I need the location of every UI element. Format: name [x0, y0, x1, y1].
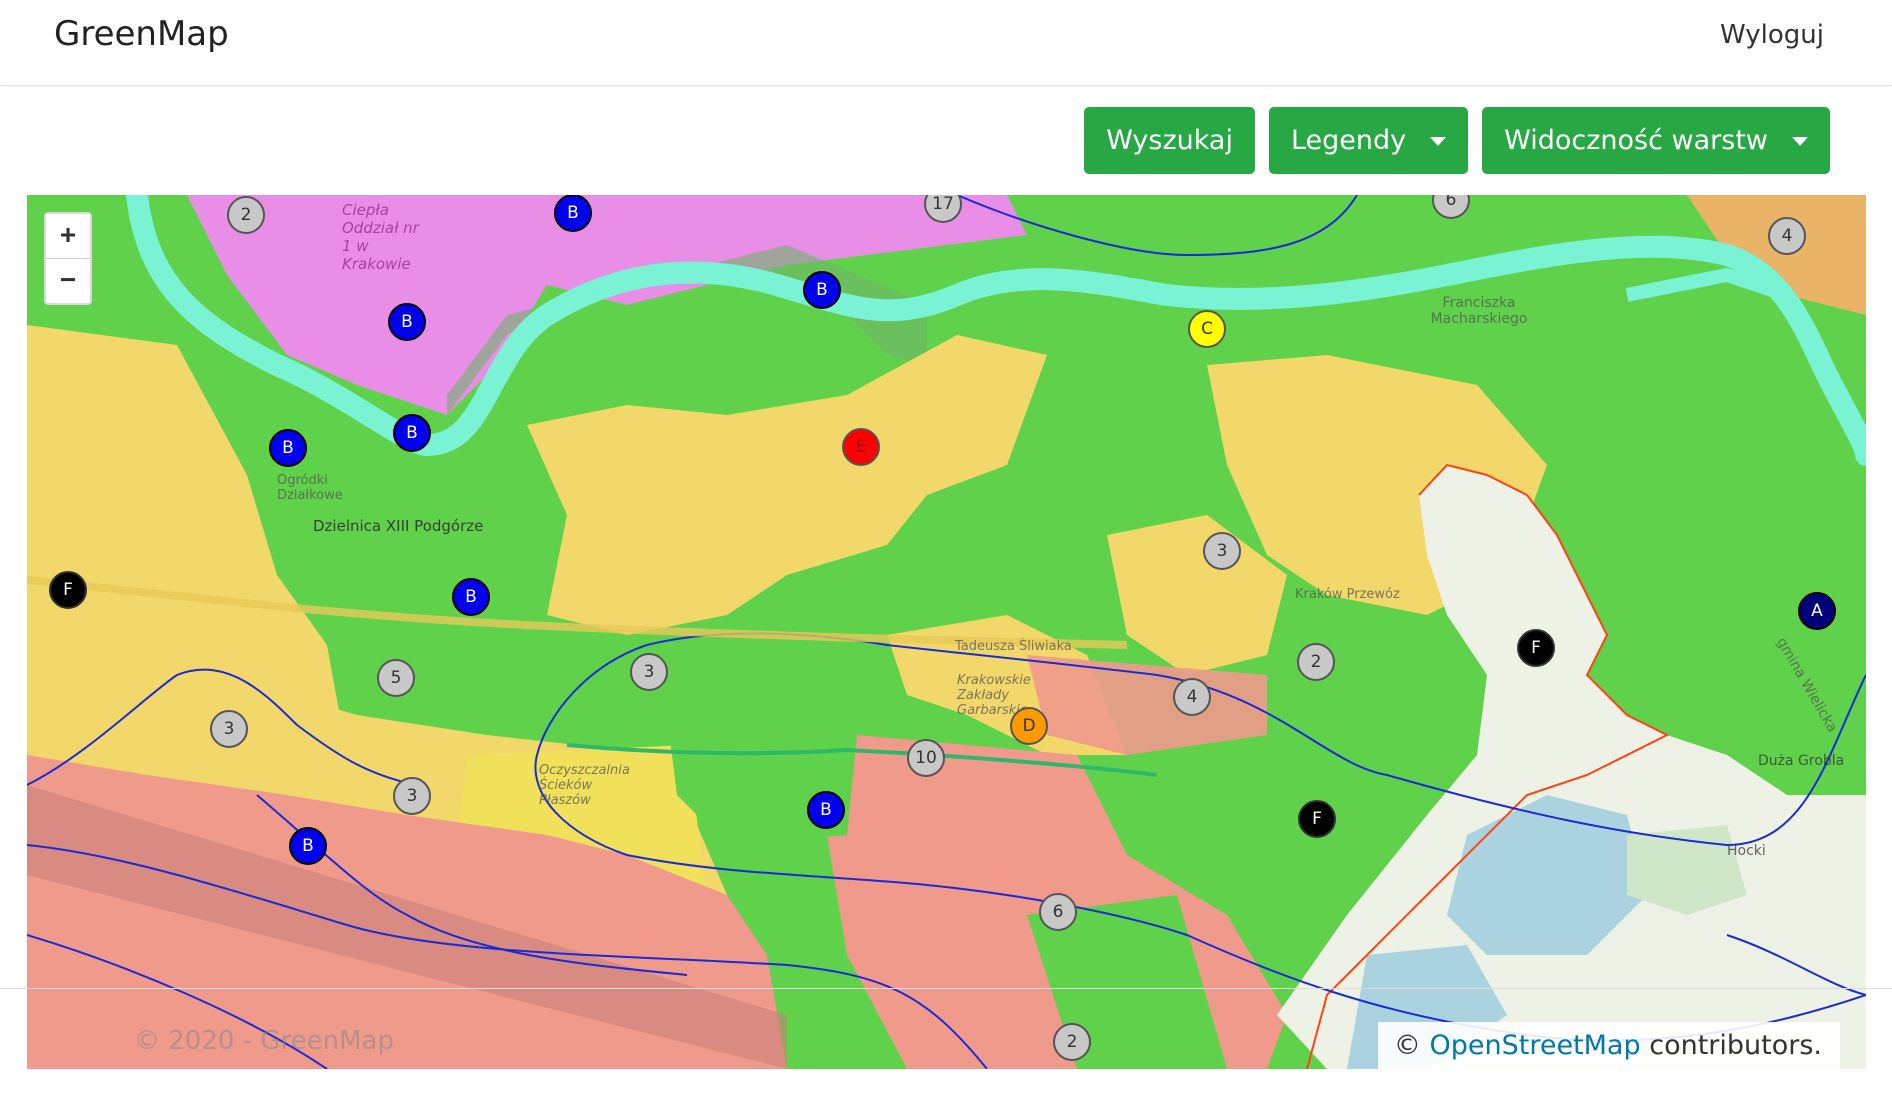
- footer-divider: [0, 988, 1892, 989]
- map-label: Duża Grobla: [1758, 753, 1845, 769]
- map-label: Ciepła Oddział nr 1 w Krakowie: [342, 201, 419, 273]
- marker-b[interactable]: B: [393, 414, 431, 452]
- layers-visibility-dropdown-button[interactable]: Widoczność warstw: [1482, 107, 1830, 174]
- navbar: GreenMap Wyloguj: [0, 0, 1892, 86]
- logout-link[interactable]: Wyloguj: [1720, 20, 1824, 50]
- marker-b[interactable]: B: [807, 791, 845, 829]
- legends-button-label: Legendy: [1290, 125, 1407, 156]
- marker-b[interactable]: B: [452, 578, 490, 616]
- marker-b[interactable]: B: [269, 429, 307, 467]
- brand-link[interactable]: GreenMap: [54, 14, 229, 54]
- legends-dropdown-button[interactable]: Legendy: [1268, 107, 1469, 174]
- marker-b[interactable]: B: [388, 303, 426, 341]
- attribution-prefix: ©: [1393, 1030, 1421, 1061]
- cluster-marker[interactable]: 3: [1203, 532, 1241, 570]
- map-toolbar: Wyszukaj Legendy Widoczność warstw: [1084, 107, 1830, 174]
- cluster-marker[interactable]: 2: [1053, 1023, 1091, 1061]
- layers-button-label: Widoczność warstw: [1504, 125, 1768, 156]
- map-label: Tadeusza Śliwiaka: [955, 639, 1072, 654]
- caret-down-icon: [1430, 137, 1447, 146]
- zoom-out-button[interactable]: −: [46, 258, 90, 303]
- map-label: Kraków Przewóz: [1295, 587, 1400, 602]
- marker-d[interactable]: D: [1010, 707, 1048, 745]
- cluster-marker[interactable]: 10: [907, 739, 945, 777]
- map-label: Hocki: [1727, 843, 1766, 859]
- cluster-marker[interactable]: 6: [1039, 893, 1077, 931]
- map-label: Oczyszczalnia Ścieków Płaszów: [539, 763, 630, 808]
- cluster-marker[interactable]: 3: [210, 710, 248, 748]
- zoom-in-button[interactable]: +: [46, 214, 90, 258]
- marker-b[interactable]: B: [289, 827, 327, 865]
- marker-f[interactable]: F: [1298, 800, 1336, 838]
- marker-f[interactable]: F: [1517, 629, 1555, 667]
- cluster-marker[interactable]: 4: [1173, 678, 1211, 716]
- cluster-marker[interactable]: 4: [1768, 217, 1806, 255]
- marker-b[interactable]: B: [803, 271, 841, 309]
- map-canvas[interactable]: + − Dzielnica XIII Podgórze Ciepła Oddzi…: [27, 195, 1866, 1069]
- footer-copyright: © 2020 - GreenMap: [134, 1026, 394, 1056]
- map-label: Dzielnica XIII Podgórze: [313, 517, 484, 535]
- marker-c[interactable]: C: [1188, 310, 1226, 348]
- search-button[interactable]: Wyszukaj: [1084, 107, 1255, 174]
- cluster-marker[interactable]: 5: [377, 659, 415, 697]
- map-label: Ogródki Działkowe: [277, 473, 343, 503]
- zoom-control: + −: [44, 212, 92, 305]
- caret-down-icon: [1792, 137, 1808, 146]
- marker-a[interactable]: A: [1798, 592, 1836, 630]
- marker-e[interactable]: E: [842, 428, 880, 466]
- map-attribution: © OpenStreetMap contributors.: [1377, 1022, 1840, 1069]
- openstreetmap-link[interactable]: OpenStreetMap: [1429, 1030, 1640, 1061]
- search-button-label: Wyszukaj: [1106, 125, 1233, 156]
- cluster-marker[interactable]: 3: [630, 653, 668, 691]
- marker-f[interactable]: F: [49, 571, 87, 609]
- cluster-marker[interactable]: 2: [1297, 643, 1335, 681]
- map-label: Franciszka Macharskiego: [1430, 295, 1528, 327]
- cluster-marker[interactable]: 2: [227, 196, 265, 234]
- attribution-suffix: contributors.: [1649, 1030, 1822, 1061]
- marker-b[interactable]: B: [554, 195, 592, 232]
- map-zones-layer: [27, 195, 1866, 1069]
- cluster-marker[interactable]: 3: [393, 777, 431, 815]
